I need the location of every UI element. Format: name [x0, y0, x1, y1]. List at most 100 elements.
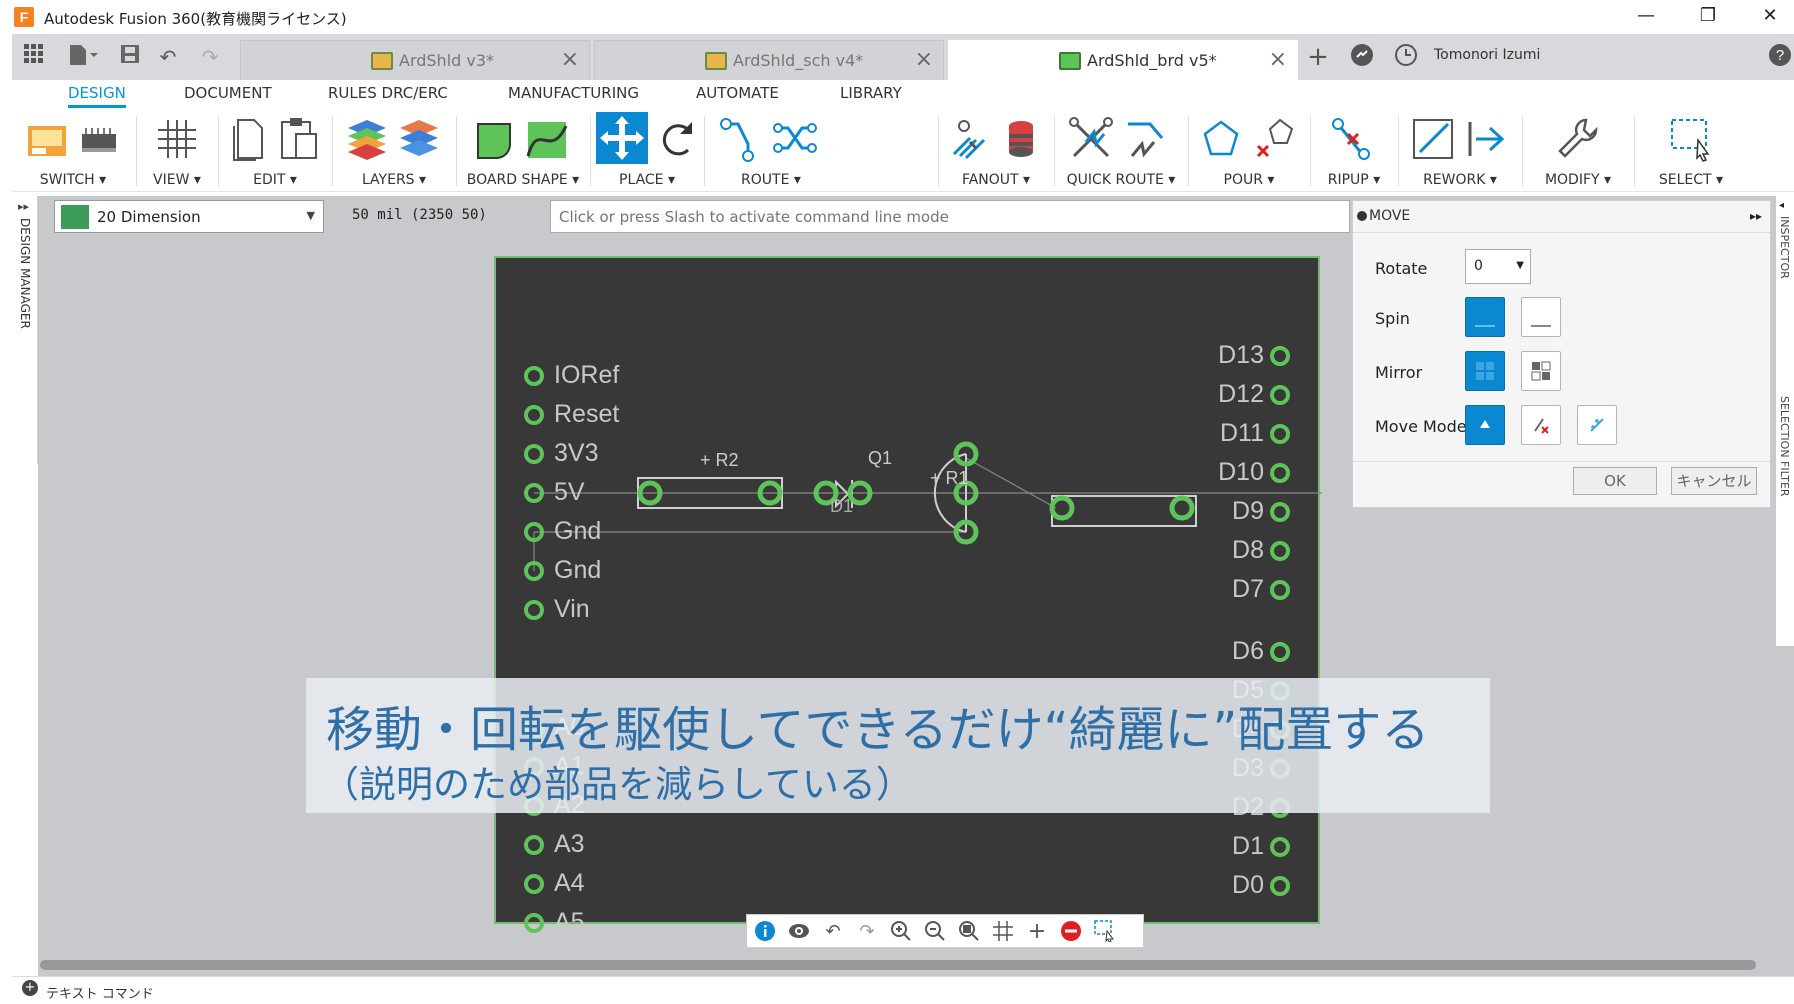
text-command-label[interactable]: テキスト コマンド — [46, 983, 154, 1002]
redo-icon[interactable]: ↷ — [196, 43, 224, 71]
view-group[interactable]: VIEW ▾ — [138, 110, 216, 192]
switch-group[interactable]: SWITCH ▾ — [12, 110, 134, 192]
part-label-d1[interactable]: D1 — [830, 496, 853, 517]
inspector-tab[interactable]: INSPECTOR — [1778, 216, 1791, 279]
spin-on-button[interactable] — [1521, 297, 1561, 337]
place-group[interactable]: PLACE ▾ — [592, 110, 702, 192]
save-icon[interactable] — [116, 43, 144, 71]
fanout-icon[interactable] — [946, 116, 994, 164]
part-label-r2[interactable]: + R2 — [700, 450, 739, 471]
route-single-icon[interactable] — [718, 116, 766, 164]
pad-left-a3[interactable] — [524, 835, 544, 855]
help-icon[interactable]: ? — [1766, 43, 1794, 71]
horizontal-scrollbar[interactable] — [40, 960, 1756, 970]
modify-group[interactable]: MODIFY ▾ — [1524, 110, 1632, 192]
mirror-off-button[interactable] — [1465, 351, 1505, 391]
board-shape-group[interactable]: BOARD SHAPE ▾ — [458, 110, 588, 192]
pad-right-d6[interactable] — [1270, 642, 1290, 662]
tab-automate[interactable]: AUTOMATE — [696, 84, 779, 102]
undo-nav-icon[interactable]: ↶ — [821, 920, 845, 944]
select-window-icon[interactable] — [1668, 116, 1716, 164]
move-icon[interactable] — [596, 112, 648, 164]
plus-icon[interactable]: + — [22, 980, 38, 996]
pad-left-5v[interactable] — [524, 483, 544, 503]
pad-left-vin[interactable] — [524, 600, 544, 620]
move-mode-stretch-button[interactable] — [1577, 405, 1617, 445]
collapse-panel-icon[interactable]: ◂ — [1779, 200, 1784, 211]
rotate-icon[interactable] — [654, 116, 702, 164]
pour-group[interactable]: POUR ▾ — [1190, 110, 1308, 192]
pad-right-d11[interactable] — [1270, 424, 1290, 444]
pad-left-gnd[interactable] — [524, 561, 544, 581]
ripup-group[interactable]: RIPUP ▾ — [1312, 110, 1396, 192]
zoom-in-icon[interactable] — [889, 920, 913, 944]
info-icon[interactable] — [753, 920, 777, 944]
restore-button[interactable]: ❐ — [1688, 2, 1728, 30]
new-tab-icon[interactable]: + — [1304, 43, 1332, 71]
pad-right-d10[interactable] — [1270, 463, 1290, 483]
right-panel-strip[interactable]: ◂ INSPECTOR SELECTION FILTER — [1776, 196, 1794, 646]
pad-left-gnd[interactable] — [524, 522, 544, 542]
command-line-input[interactable] — [550, 200, 1350, 233]
pad-right-d7[interactable] — [1270, 580, 1290, 600]
switch-chip-icon[interactable] — [76, 116, 124, 164]
layers-color-icon[interactable] — [344, 116, 392, 164]
tab-rules[interactable]: RULES DRC/ERC — [328, 84, 448, 102]
pad-right-d12[interactable] — [1270, 385, 1290, 405]
pad-right-d1[interactable] — [1270, 837, 1290, 857]
minimize-button[interactable]: — — [1626, 2, 1666, 30]
redo-nav-icon[interactable]: ↷ — [855, 920, 879, 944]
tab-ardshld-brd[interactable]: ArdShld_brd v5* × — [948, 40, 1298, 80]
move-mode-rip-button[interactable] — [1521, 405, 1561, 445]
tab-close-icon[interactable]: × — [915, 47, 933, 72]
pad-left-a5[interactable] — [524, 913, 544, 933]
select-nav-icon[interactable] — [1093, 920, 1117, 944]
move-mode-normal-button[interactable] — [1465, 405, 1505, 445]
fanout-group[interactable]: FANOUT ▾ — [940, 110, 1052, 192]
tab-document[interactable]: DOCUMENT — [184, 84, 272, 102]
pad-right-d9[interactable] — [1270, 502, 1290, 522]
pcb-board[interactable]: IORefReset3V35VGndGndVinA0A1A2A3A4A5D13D… — [494, 256, 1322, 936]
layers-group[interactable]: LAYERS ▾ — [334, 110, 454, 192]
route-group[interactable]: ROUTE ▾ — [706, 110, 836, 192]
switch-schematic-icon[interactable] — [24, 116, 72, 164]
pad-right-d0[interactable] — [1270, 876, 1290, 896]
zoom-out-icon[interactable] — [923, 920, 947, 944]
apps-grid-icon[interactable] — [20, 43, 48, 71]
stop-icon[interactable] — [1059, 920, 1083, 944]
rotate-select[interactable]: 0 ▼ — [1465, 249, 1531, 284]
job-status-icon[interactable] — [1392, 43, 1420, 71]
pad-left-a4[interactable] — [524, 874, 544, 894]
design-manager-strip[interactable]: ▸▸ DESIGN MANAGER — [12, 196, 38, 464]
extend-icon[interactable] — [1462, 116, 1510, 164]
polygon-icon[interactable] — [1198, 116, 1246, 164]
tab-manufacturing[interactable]: MANUFACTURING — [508, 84, 639, 102]
pad-left-3v3[interactable] — [524, 444, 544, 464]
quick-route-all-icon[interactable] — [1068, 116, 1116, 164]
quick-route-icon[interactable] — [1122, 116, 1170, 164]
user-name[interactable]: Tomonori Izumi — [1434, 47, 1540, 63]
file-menu-icon[interactable] — [68, 43, 98, 71]
tab-close-icon[interactable]: × — [561, 47, 579, 72]
cancel-button[interactable]: キャンセル — [1671, 467, 1757, 495]
layers-settings-icon[interactable] — [396, 116, 444, 164]
tab-design[interactable]: DESIGN — [68, 84, 126, 108]
copy-icon[interactable] — [228, 116, 276, 164]
grid-nav-icon[interactable] — [991, 920, 1015, 944]
collapse-icon[interactable] — [1357, 211, 1367, 221]
selection-filter-tab[interactable]: SELECTION FILTER — [1778, 396, 1791, 497]
close-window-button[interactable]: ✕ — [1750, 2, 1790, 30]
expand-panel-icon[interactable]: ▸▸ — [18, 200, 29, 213]
design-manager-label[interactable]: DESIGN MANAGER — [18, 218, 32, 329]
tab-ardshld-v3[interactable]: ArdShld v3* × — [240, 40, 590, 80]
spin-off-button[interactable] — [1465, 297, 1505, 337]
paste-icon[interactable] — [276, 116, 324, 164]
zoom-fit-icon[interactable] — [957, 920, 981, 944]
tab-ardshld-sch[interactable]: ArdShld_sch v4* × — [594, 40, 944, 80]
part-label-r1[interactable]: + R1 — [930, 468, 969, 489]
pad-left-reset[interactable] — [524, 405, 544, 425]
fanout-stack-icon[interactable] — [998, 116, 1046, 164]
add-icon[interactable]: + — [1025, 920, 1049, 944]
tab-close-icon[interactable]: × — [1269, 47, 1287, 72]
board-outline-icon[interactable] — [472, 116, 520, 164]
